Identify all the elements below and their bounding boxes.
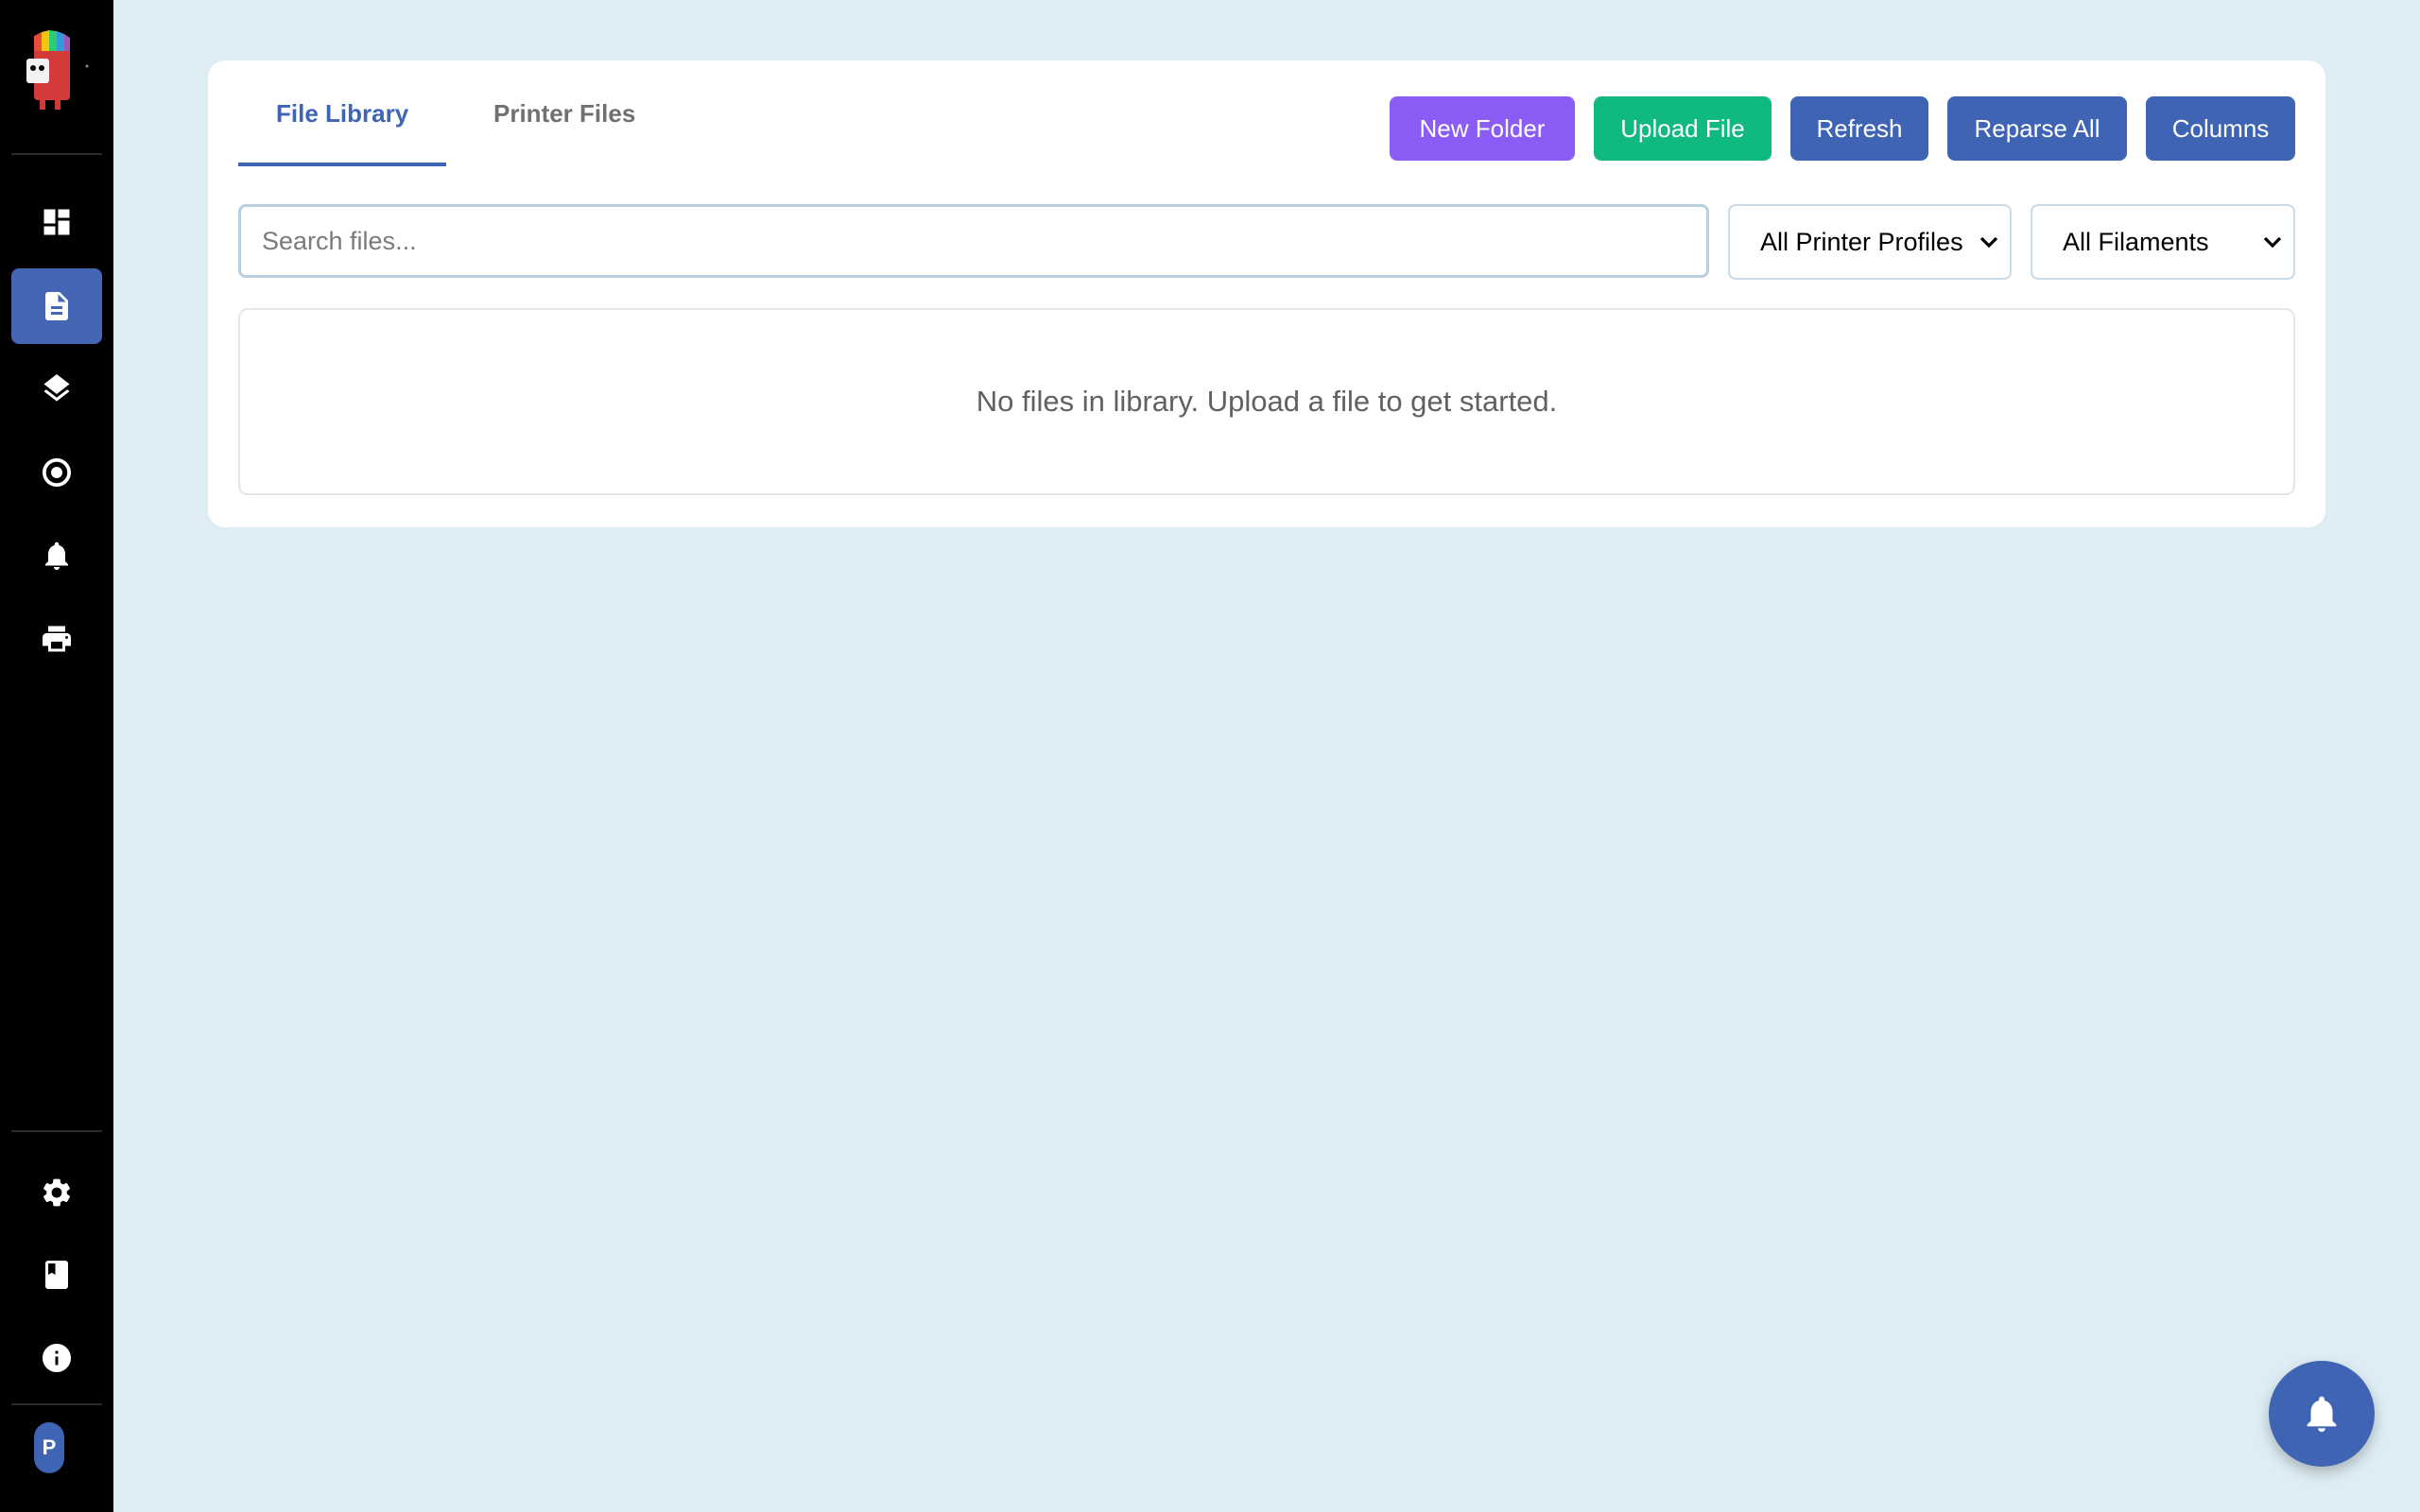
printer-profile-select[interactable]: All Printer Profiles xyxy=(1728,204,2012,280)
bell-icon xyxy=(2307,1396,2337,1433)
sidebar-item-settings[interactable] xyxy=(11,1155,102,1230)
layers-icon xyxy=(43,374,70,402)
chevron-down-icon xyxy=(2263,236,2282,249)
columns-button[interactable]: Columns xyxy=(2146,96,2295,161)
target-icon xyxy=(43,458,71,487)
dashboard-icon xyxy=(43,209,70,235)
tab-printer-files[interactable]: Printer Files xyxy=(493,60,635,166)
info-icon xyxy=(43,1344,71,1372)
sidebar-item-docs[interactable] xyxy=(11,1237,102,1313)
app-logo[interactable] xyxy=(21,28,93,113)
new-folder-button[interactable]: New Folder xyxy=(1390,96,1575,161)
chevron-down-icon xyxy=(1979,236,1998,249)
book-icon xyxy=(45,1261,68,1289)
sidebar-item-target[interactable] xyxy=(11,435,102,510)
sidebar-item-files[interactable] xyxy=(11,268,102,344)
gear-icon xyxy=(43,1178,71,1207)
sidebar-divider xyxy=(11,1403,102,1405)
search-input[interactable] xyxy=(238,204,1709,278)
sidebar-item-printers[interactable] xyxy=(11,601,102,677)
tab-file-library[interactable]: File Library xyxy=(276,60,408,166)
sidebar-item-layers[interactable] xyxy=(11,351,102,426)
sidebar-item-about[interactable] xyxy=(11,1320,102,1396)
file-icon xyxy=(45,292,68,320)
avatar[interactable]: P xyxy=(34,1422,64,1473)
reparse-all-button[interactable]: Reparse All xyxy=(1947,96,2127,161)
sidebar-item-dashboard[interactable] xyxy=(11,184,102,260)
empty-state-message: No files in library. Upload a file to ge… xyxy=(976,385,1558,418)
sidebar-item-notifications[interactable] xyxy=(11,518,102,593)
active-tab-indicator xyxy=(238,163,446,166)
printer-profile-select-value: All Printer Profiles xyxy=(1760,227,1963,256)
file-library-panel: File Library Printer Files New Folder Up… xyxy=(208,60,2325,527)
sidebar-divider xyxy=(11,153,102,155)
bell-icon xyxy=(45,541,68,570)
notifications-fab[interactable] xyxy=(2269,1361,2375,1467)
filament-select-value: All Filaments xyxy=(2063,227,2209,256)
refresh-button[interactable]: Refresh xyxy=(1790,96,1928,161)
upload-file-button[interactable]: Upload File xyxy=(1594,96,1772,161)
filament-select[interactable]: All Filaments xyxy=(2031,204,2295,280)
sidebar-divider xyxy=(11,1130,102,1132)
printer-icon xyxy=(43,626,71,652)
empty-state: No files in library. Upload a file to ge… xyxy=(238,308,2295,495)
sidebar: P xyxy=(0,0,113,1512)
